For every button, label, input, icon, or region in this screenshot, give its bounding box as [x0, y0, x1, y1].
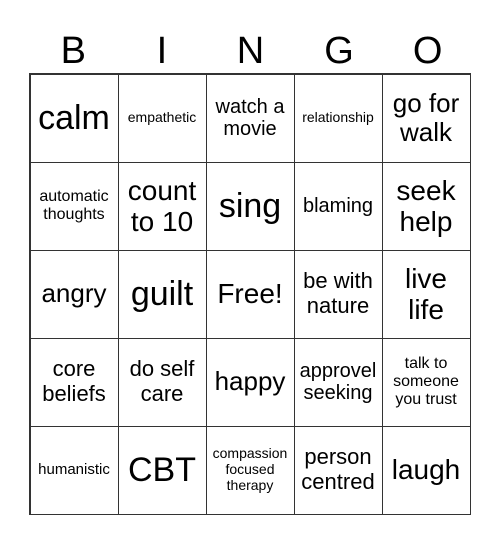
- bingo-card: calm empathetic watch a movie relationsh…: [29, 73, 471, 515]
- bingo-cell[interactable]: compassion focused therapy: [205, 425, 295, 515]
- header-letter-g: G: [324, 30, 354, 72]
- bingo-cell[interactable]: person centred: [293, 425, 383, 515]
- bingo-cell[interactable]: laugh: [381, 425, 471, 515]
- bingo-cell[interactable]: blaming: [293, 161, 383, 251]
- bingo-cell[interactable]: go for walk: [381, 73, 471, 163]
- bingo-cell[interactable]: CBT: [117, 425, 207, 515]
- bingo-cell[interactable]: humanistic: [29, 425, 119, 515]
- bingo-cell[interactable]: guilt: [117, 249, 207, 339]
- bingo-cell[interactable]: angry: [29, 249, 119, 339]
- bingo-cell[interactable]: core beliefs: [29, 337, 119, 427]
- bingo-cell[interactable]: seek help: [381, 161, 471, 251]
- bingo-header: B I N G O: [29, 30, 472, 73]
- bingo-cell[interactable]: talk to someone you trust: [381, 337, 471, 427]
- header-letter-b: B: [60, 30, 86, 72]
- header-letter-i: I: [156, 30, 168, 72]
- bingo-cell[interactable]: calm: [29, 73, 119, 163]
- header-letter-o: O: [412, 30, 443, 72]
- bingo-cell[interactable]: sing: [205, 161, 295, 251]
- bingo-cell[interactable]: happy: [205, 337, 295, 427]
- bingo-cell[interactable]: watch a movie: [205, 73, 295, 163]
- bingo-cell[interactable]: automatic thoughts: [29, 161, 119, 251]
- free-space-cell[interactable]: Free!: [205, 249, 295, 339]
- header-letter-n: N: [236, 30, 265, 72]
- bingo-cell[interactable]: relationship: [293, 73, 383, 163]
- bingo-cell[interactable]: be with nature: [293, 249, 383, 339]
- bingo-cell[interactable]: approvel seeking: [293, 337, 383, 427]
- bingo-cell[interactable]: count to 10: [117, 161, 207, 251]
- bingo-cell[interactable]: empathetic: [117, 73, 207, 163]
- bingo-cell[interactable]: do self care: [117, 337, 207, 427]
- bingo-cell[interactable]: live life: [381, 249, 471, 339]
